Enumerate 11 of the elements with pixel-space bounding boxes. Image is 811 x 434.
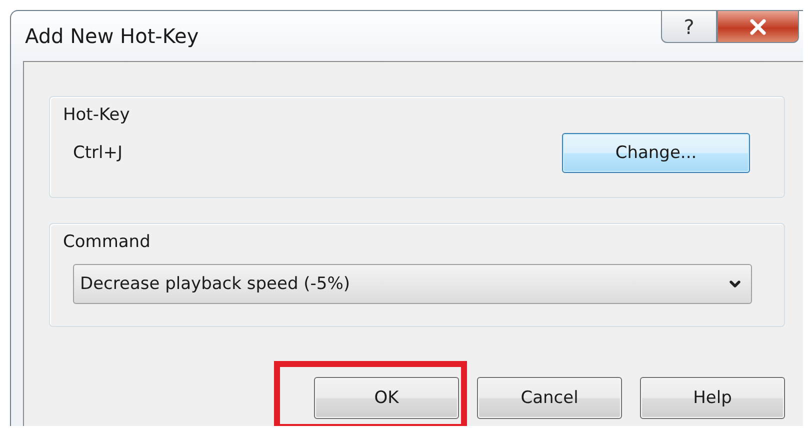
dialog-button[interactable]: Cancel xyxy=(477,377,622,419)
group-label: Hot-Key xyxy=(63,105,131,125)
help-button[interactable]: ? xyxy=(661,10,717,43)
command-dropdown[interactable]: Decrease playback speed (-5%) xyxy=(73,264,752,304)
close-button[interactable] xyxy=(717,10,799,43)
window-title: Add New Hot-Key xyxy=(25,24,199,48)
dialog-button[interactable]: OK xyxy=(314,377,459,419)
hotkey-value: Ctrl+J xyxy=(73,143,123,163)
change-button[interactable]: Change... xyxy=(562,133,750,173)
dialog-button[interactable]: Help xyxy=(640,377,785,419)
group-label: Command xyxy=(63,232,152,252)
